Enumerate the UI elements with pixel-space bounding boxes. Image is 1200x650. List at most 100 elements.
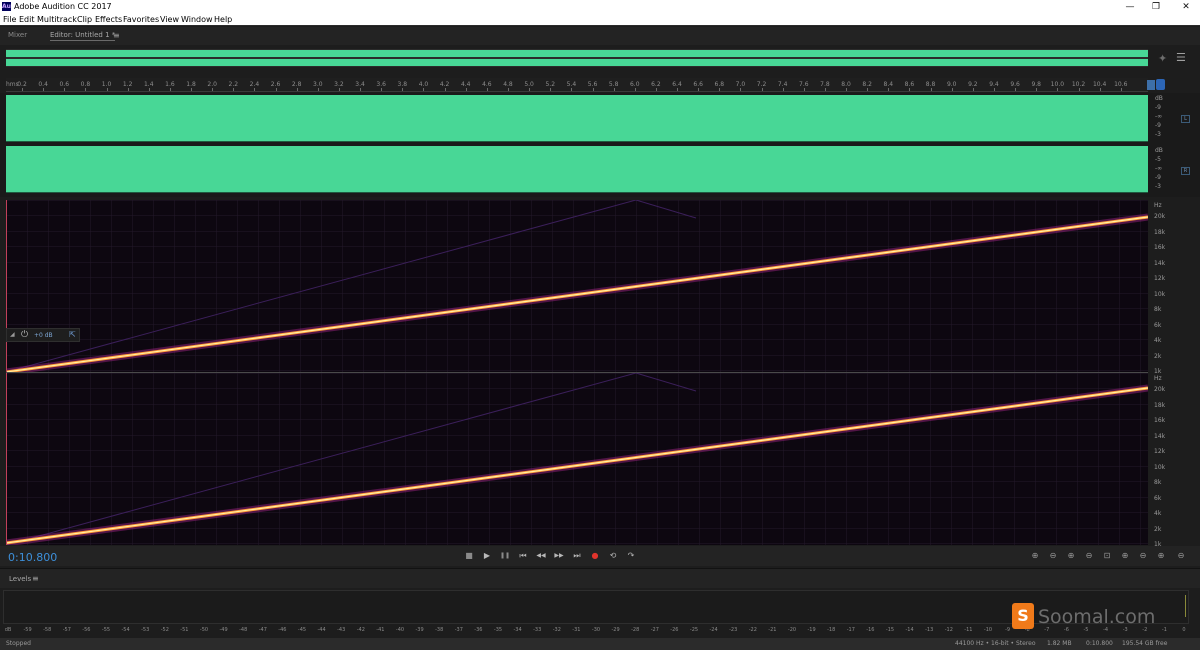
ruler-tick-label: 8.8 (925, 81, 936, 88)
ruler-tick-label: 1.0 (101, 81, 112, 88)
status-sample-info: 44100 Hz • 16-bit • Stereo (955, 640, 1036, 647)
zoom-reset-icon[interactable]: ⊖ (1174, 551, 1188, 561)
channel-l-button[interactable]: L (1181, 115, 1190, 123)
wave-r-db-0: dB (1155, 147, 1163, 154)
zoom-selection-icon[interactable]: ⊕ (1154, 551, 1168, 561)
freq-label-right: 8k (1154, 479, 1162, 486)
levels-title[interactable]: Levels (9, 575, 31, 583)
maximize-button[interactable]: ❐ (1150, 1, 1162, 13)
hud-db-value: +0 dB (34, 332, 53, 339)
menu-edit[interactable]: Edit (19, 15, 35, 24)
channel-r-button[interactable]: R (1181, 167, 1190, 175)
level-scale-label: -43 (337, 627, 346, 633)
transport-bar: 0:10.800 ■ ▶ ❚❚ ⏮ ◀◀ ▶▶ ⏭ ● ⟲ ↷ ⊕ ⊖ ⊕ ⊖ … (0, 546, 1200, 566)
stop-button[interactable]: ■ (462, 551, 476, 561)
ruler-tick-label: 2.4 (249, 81, 260, 88)
ruler-tick-label: 7.0 (735, 81, 746, 88)
level-scale-label: -46 (278, 627, 287, 633)
menu-view[interactable]: View (160, 15, 179, 24)
level-scale-label: -17 (846, 627, 855, 633)
level-scale-label: -39 (415, 627, 424, 633)
waveform-right-channel[interactable] (6, 146, 1148, 192)
ruler-tick-mark (402, 88, 404, 91)
zoom-out-full-icon[interactable]: ⊡ (1100, 551, 1114, 561)
move-to-start-button[interactable]: ⏮ (516, 551, 530, 561)
menu-clip[interactable]: Clip (77, 15, 92, 24)
menu-file[interactable]: File (3, 15, 16, 24)
level-scale-label: -28 (631, 627, 640, 633)
zoom-out-time-icon[interactable]: ⊖ (1082, 551, 1096, 561)
freq-label-left: 8k (1154, 306, 1162, 313)
freq-label-right: 6k (1154, 494, 1162, 502)
panel-menu-icon[interactable]: ≡ (113, 31, 120, 40)
menu-window[interactable]: Window (181, 15, 213, 24)
rewind-button[interactable]: ◀◀ (534, 551, 548, 561)
soomal-watermark: S Soomal.com (1012, 603, 1172, 631)
level-scale-label: -54 (121, 627, 130, 633)
level-peak-indicator (1185, 595, 1186, 617)
volume-knob-icon[interactable]: ⏻ (21, 330, 28, 340)
skip-selection-button[interactable]: ↷ (624, 551, 638, 561)
freq-label-right: 10k (1154, 463, 1166, 471)
ruler-tick-label: 3.4 (355, 81, 365, 88)
move-to-end-button[interactable]: ⏭ (570, 551, 584, 561)
record-button[interactable]: ● (588, 551, 602, 561)
ruler-tick-label: 5.4 (566, 81, 577, 88)
zoom-out-amplitude-icon[interactable]: ⊖ (1046, 551, 1060, 561)
ruler-tick-label: 7.8 (820, 81, 830, 88)
tab-editor[interactable]: Editor: Untitled 1 * (50, 31, 116, 41)
pin-icon[interactable]: ✦ (1158, 52, 1167, 65)
pause-button[interactable]: ❚❚ (498, 551, 512, 561)
hud-volume[interactable]: ◢ ⏻ +0 dB ⇱ (6, 328, 80, 342)
title-bar: Au Adobe Audition CC 2017 — ❐ ✕ (0, 0, 1200, 14)
zoom-handle-icon[interactable] (1147, 80, 1155, 90)
ruler-tick-mark (930, 88, 932, 91)
timecode-display[interactable]: 0:10.800 (8, 551, 57, 564)
menu-help[interactable]: Help (214, 15, 232, 24)
zoom-in-time-icon[interactable]: ⊕ (1064, 551, 1078, 561)
level-scale-label: -33 (533, 627, 542, 633)
ruler-tick-mark (1057, 88, 1059, 91)
lock-icon[interactable] (1156, 79, 1165, 90)
menu-bar: File Edit Multitrack Clip Effects Favori… (0, 14, 1200, 26)
overview-waveform[interactable] (6, 49, 1148, 67)
ruler-tick-label: 10.2 (1071, 81, 1086, 88)
ruler-tick-label: 9.2 (968, 81, 978, 88)
ruler-tick-mark (550, 88, 552, 91)
spectral-display-right[interactable] (6, 373, 1148, 545)
ruler-tick-label: 10.6 (1114, 81, 1128, 88)
panel-options-icon[interactable]: ☰ (1176, 51, 1186, 64)
menu-effects[interactable]: Effects (95, 15, 122, 24)
ruler-tick-mark (507, 88, 509, 91)
play-button[interactable]: ▶ (480, 551, 494, 561)
levels-menu-icon[interactable]: ≡ (32, 574, 39, 583)
ruler-tick-mark (677, 88, 679, 91)
zoom-out-playhead-icon[interactable]: ⊖ (1136, 551, 1150, 561)
hud-pin-icon[interactable]: ⇱ (69, 330, 76, 339)
fast-forward-button[interactable]: ▶▶ (552, 551, 566, 561)
waveform-left-channel[interactable] (6, 95, 1148, 141)
ruler-tick-label: 1.4 (143, 81, 154, 88)
ruler-tick-mark (22, 88, 23, 91)
freq-label-right: 14k (1154, 432, 1166, 440)
spectral-right-svg (6, 373, 1148, 545)
spectral-display-left[interactable] (6, 200, 1148, 372)
minimize-button[interactable]: — (1124, 1, 1136, 13)
menu-multitrack[interactable]: Multitrack (37, 15, 77, 24)
close-button[interactable]: ✕ (1180, 1, 1192, 13)
ruler-tick-label: 0.4 (38, 81, 48, 88)
ruler-tick-mark (381, 88, 383, 91)
ruler-tick-label: 4.0 (418, 81, 429, 88)
ruler-tick-mark (148, 88, 150, 91)
menu-favorites[interactable]: Favorites (123, 15, 159, 24)
time-ruler[interactable]: hms 0.2 0.4 0.6 0.8 1.0 1.2 1.4 1.6 1.8 2.0 2.2 2.4… (6, 78, 1148, 92)
wave-l-db-3: -9 (1155, 122, 1161, 129)
zoom-in-amplitude-icon[interactable]: ⊕ (1028, 551, 1042, 561)
loop-button[interactable]: ⟲ (606, 551, 620, 561)
ruler-tick-mark (1078, 88, 1080, 91)
ruler-tick-label: 2.6 (270, 81, 281, 88)
zoom-in-playhead-icon[interactable]: ⊕ (1118, 551, 1132, 561)
tab-mixer[interactable]: Mixer (8, 31, 27, 39)
ruler-tick-label: 10.0 (1050, 81, 1065, 88)
level-scale-label: -32 (552, 627, 561, 633)
